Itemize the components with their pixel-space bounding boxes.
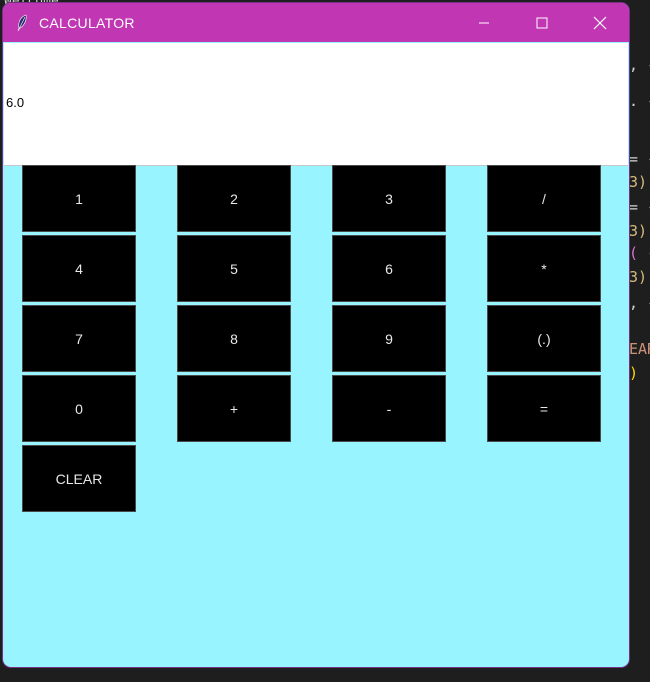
editor-text: = ‹ <box>629 198 650 216</box>
editor-text: ) <box>629 364 639 382</box>
editor-text: 3) <box>629 268 648 286</box>
maximize-button[interactable] <box>513 3 571 42</box>
editor-text: , ‹ <box>629 294 650 312</box>
multiply-button[interactable]: * <box>487 235 601 302</box>
key-9-button[interactable]: 9 <box>332 305 446 372</box>
key-8-button[interactable]: 8 <box>177 305 291 372</box>
editor-text: , ‹ <box>629 56 650 74</box>
close-icon <box>593 16 607 29</box>
editor-text: 3) <box>629 173 648 191</box>
window-controls <box>455 3 629 42</box>
equals-button[interactable]: = <box>487 375 601 442</box>
window-title: CALCULATOR <box>39 14 135 31</box>
display-field[interactable]: 6.0 <box>4 43 628 166</box>
add-button[interactable]: + <box>177 375 291 442</box>
key-7-button[interactable]: 7 <box>22 305 136 372</box>
key-0-button[interactable]: 0 <box>22 375 136 442</box>
divide-button[interactable]: / <box>487 165 601 232</box>
editor-text: . ‹ <box>629 92 650 110</box>
decimal-button[interactable]: (.) <box>487 305 601 372</box>
display-value: 6.0 <box>6 95 25 110</box>
title-bar[interactable]: CALCULATOR <box>3 3 629 42</box>
key-4-button[interactable]: 4 <box>22 235 136 302</box>
maximize-icon <box>536 17 548 28</box>
editor-text: EAR <box>629 340 650 358</box>
minimize-icon <box>479 22 489 23</box>
subtract-button[interactable]: - <box>332 375 446 442</box>
key-5-button[interactable]: 5 <box>177 235 291 302</box>
key-6-button[interactable]: 6 <box>332 235 446 302</box>
key-1-button[interactable]: 1 <box>22 165 136 232</box>
minimize-button[interactable] <box>455 3 513 42</box>
editor-text: 3) <box>629 222 648 240</box>
feather-icon <box>15 13 29 33</box>
close-button[interactable] <box>571 3 629 42</box>
editor-text: = ‹ <box>629 150 650 168</box>
key-2-button[interactable]: 2 <box>177 165 291 232</box>
key-3-button[interactable]: 3 <box>332 165 446 232</box>
clear-button[interactable]: CLEAR <box>22 445 136 512</box>
editor-text: ( ‹ <box>629 244 650 262</box>
calculator-window: CALCULATOR 6.0 1 2 3 / 4 5 6 * 7 8 9 (.)… <box>3 3 629 667</box>
